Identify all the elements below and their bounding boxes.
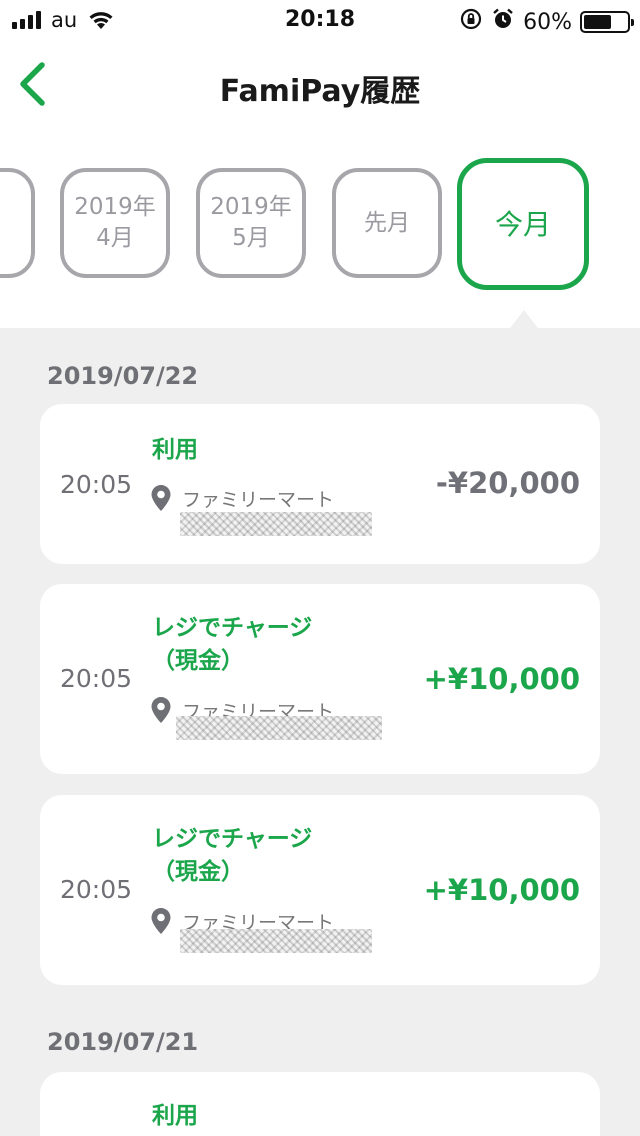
store-location: ファミリーマート [150, 484, 334, 512]
history-card[interactable]: 20:05 レジでチャージ （現金） ファミリーマート +¥10,000 [40, 584, 600, 774]
orientation-lock-icon [459, 7, 483, 37]
battery-icon [580, 11, 634, 33]
month-tab[interactable]: 2019年 5月 [196, 168, 306, 278]
transaction-amount: +¥10,000 [423, 662, 580, 696]
transaction-type: 利用 [152, 437, 198, 463]
status-right: 60% [459, 7, 634, 37]
page-title: FamiPay履歴 [219, 74, 421, 109]
month-selector[interactable]: 年 2019年 4月 2019年 5月 先月 今月 [0, 150, 640, 310]
navigation-bar: FamiPay履歴 [0, 40, 640, 130]
history-card[interactable]: 20:05 レジでチャージ （現金） ファミリーマート +¥10,000 [40, 795, 600, 985]
date-header: 2019/07/21 [47, 1028, 199, 1056]
date-header: 2019/07/22 [47, 362, 199, 390]
location-pin-icon [151, 697, 171, 723]
transaction-amount: +¥10,000 [423, 873, 580, 907]
location-pin-icon [151, 485, 171, 511]
battery-percent: 60% [523, 9, 572, 35]
month-tab[interactable]: 先月 [332, 168, 442, 278]
alarm-icon [491, 7, 515, 37]
history-card[interactable]: 20:05 利用 ファミリーマート -¥20,000 [40, 404, 600, 564]
transaction-amount: -¥20,000 [435, 466, 580, 500]
selection-pointer [510, 310, 538, 328]
transaction-type: レジでチャージ （現金） [152, 826, 313, 885]
transaction-time: 20:05 [60, 470, 133, 499]
transaction-type: レジでチャージ （現金） [152, 615, 313, 674]
redacted-address [180, 929, 372, 953]
transaction-type: 利用 [152, 1103, 198, 1129]
month-tab[interactable]: 年 [0, 168, 35, 278]
transaction-time: 20:05 [60, 664, 133, 693]
month-tab[interactable]: 2019年 4月 [60, 168, 170, 278]
transaction-time: 20:05 [60, 875, 133, 904]
redacted-address [180, 512, 372, 536]
history-card[interactable]: 利用 [40, 1072, 600, 1136]
month-tab-selected[interactable]: 今月 [457, 158, 589, 290]
redacted-address [176, 716, 382, 740]
store-name: ファミリーマート [182, 488, 335, 511]
location-pin-icon [151, 908, 171, 934]
status-bar: au 20:18 60% [0, 0, 640, 40]
